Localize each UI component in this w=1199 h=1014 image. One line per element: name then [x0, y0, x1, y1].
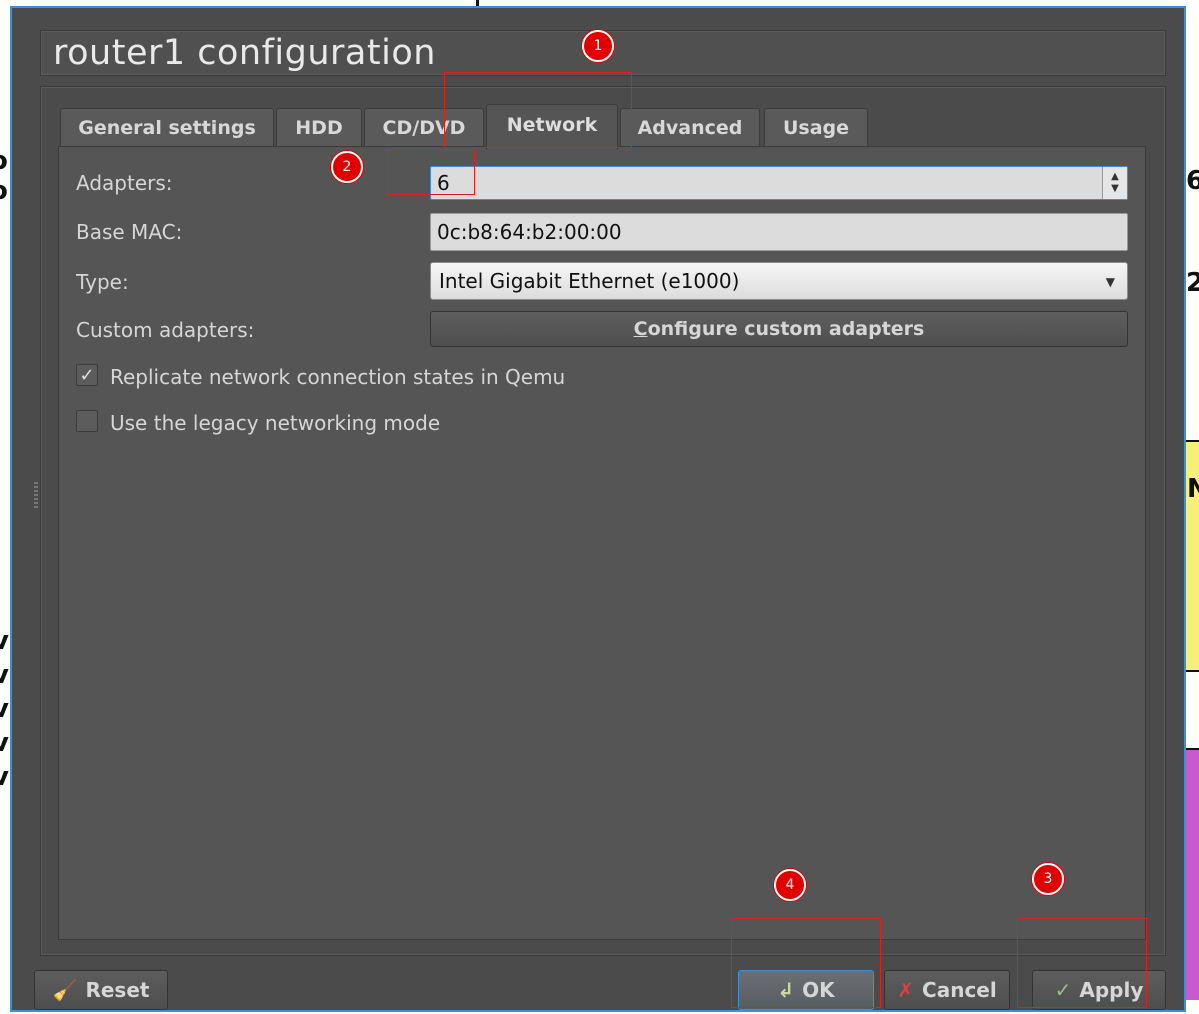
- tab-advanced[interactable]: Advanced: [620, 108, 760, 146]
- replicate-states-checkbox[interactable]: ✓: [76, 364, 98, 386]
- tab-usage[interactable]: Usage: [764, 108, 868, 146]
- background-fragment: v: [0, 728, 9, 758]
- cancel-x-icon: ✗: [897, 978, 915, 1002]
- legacy-networking-checkbox[interactable]: [76, 410, 98, 432]
- replicate-states-label[interactable]: Replicate network connection states in Q…: [110, 365, 565, 389]
- background-fragment: v: [0, 660, 9, 690]
- adapters-spinbox[interactable]: 6 ▲ ▼: [430, 166, 1128, 200]
- annotation-highlight-ok: [731, 918, 881, 1008]
- background-fragment: o: [0, 176, 8, 206]
- adapters-label: Adapters:: [76, 171, 173, 195]
- configuration-dialog: router1 configuration General settings H…: [10, 6, 1186, 1012]
- background-fragment: v: [0, 762, 9, 792]
- spin-up-icon[interactable]: ▲: [1111, 171, 1119, 183]
- annotation-marker: 2: [331, 151, 363, 183]
- chevron-down-icon: ▼: [1105, 275, 1115, 289]
- background-fragment: v: [0, 626, 9, 656]
- cancel-button-label: Cancel: [922, 978, 997, 1002]
- background-fragment: o: [0, 146, 8, 176]
- adapter-type-value: Intel Gigabit Ethernet (e1000): [439, 269, 740, 293]
- configure-button-label: onfigure custom adapters: [647, 318, 925, 340]
- broom-icon: 🧹: [52, 978, 78, 1002]
- background-fragment: 6: [1186, 166, 1199, 196]
- spin-buttons[interactable]: ▲ ▼: [1102, 167, 1127, 199]
- annotation-marker: 1: [582, 30, 614, 62]
- base-mac-label: Base MAC:: [76, 220, 183, 244]
- reset-button-label: Reset: [85, 978, 150, 1002]
- annotation-marker: 3: [1032, 863, 1064, 895]
- annotation-highlight-apply: [1017, 918, 1147, 1008]
- mnemonic-letter: C: [633, 318, 648, 340]
- background-fragment: 2: [1186, 268, 1199, 298]
- spin-down-icon[interactable]: ▼: [1111, 183, 1119, 195]
- resize-grip[interactable]: [34, 482, 38, 510]
- background-fragment: [1186, 748, 1199, 1000]
- annotation-marker: 4: [774, 869, 806, 901]
- annotation-highlight-adapters: [387, 149, 475, 195]
- cancel-button[interactable]: ✗ Cancel: [884, 970, 1010, 1010]
- annotation-highlight-network-tab: [444, 72, 632, 148]
- background-fragment: v: [0, 694, 9, 724]
- type-label: Type:: [76, 270, 129, 294]
- dialog-title: router1 configuration: [53, 33, 436, 73]
- configure-custom-adapters-button[interactable]: Configure custom adapters: [430, 311, 1128, 347]
- checkmark-icon: ✓: [79, 364, 95, 386]
- background-fragment: N: [1187, 474, 1199, 504]
- tab-general-settings[interactable]: General settings: [60, 108, 274, 146]
- adapter-type-select[interactable]: Intel Gigabit Ethernet (e1000) ▼: [430, 262, 1128, 300]
- legacy-networking-label[interactable]: Use the legacy networking mode: [110, 411, 440, 435]
- base-mac-field[interactable]: 0c:b8:64:b2:00:00: [430, 213, 1128, 251]
- custom-adapters-label: Custom adapters:: [76, 318, 255, 342]
- base-mac-value: 0c:b8:64:b2:00:00: [437, 220, 622, 244]
- tab-hdd[interactable]: HDD: [276, 108, 362, 146]
- reset-button[interactable]: 🧹 Reset: [34, 970, 168, 1010]
